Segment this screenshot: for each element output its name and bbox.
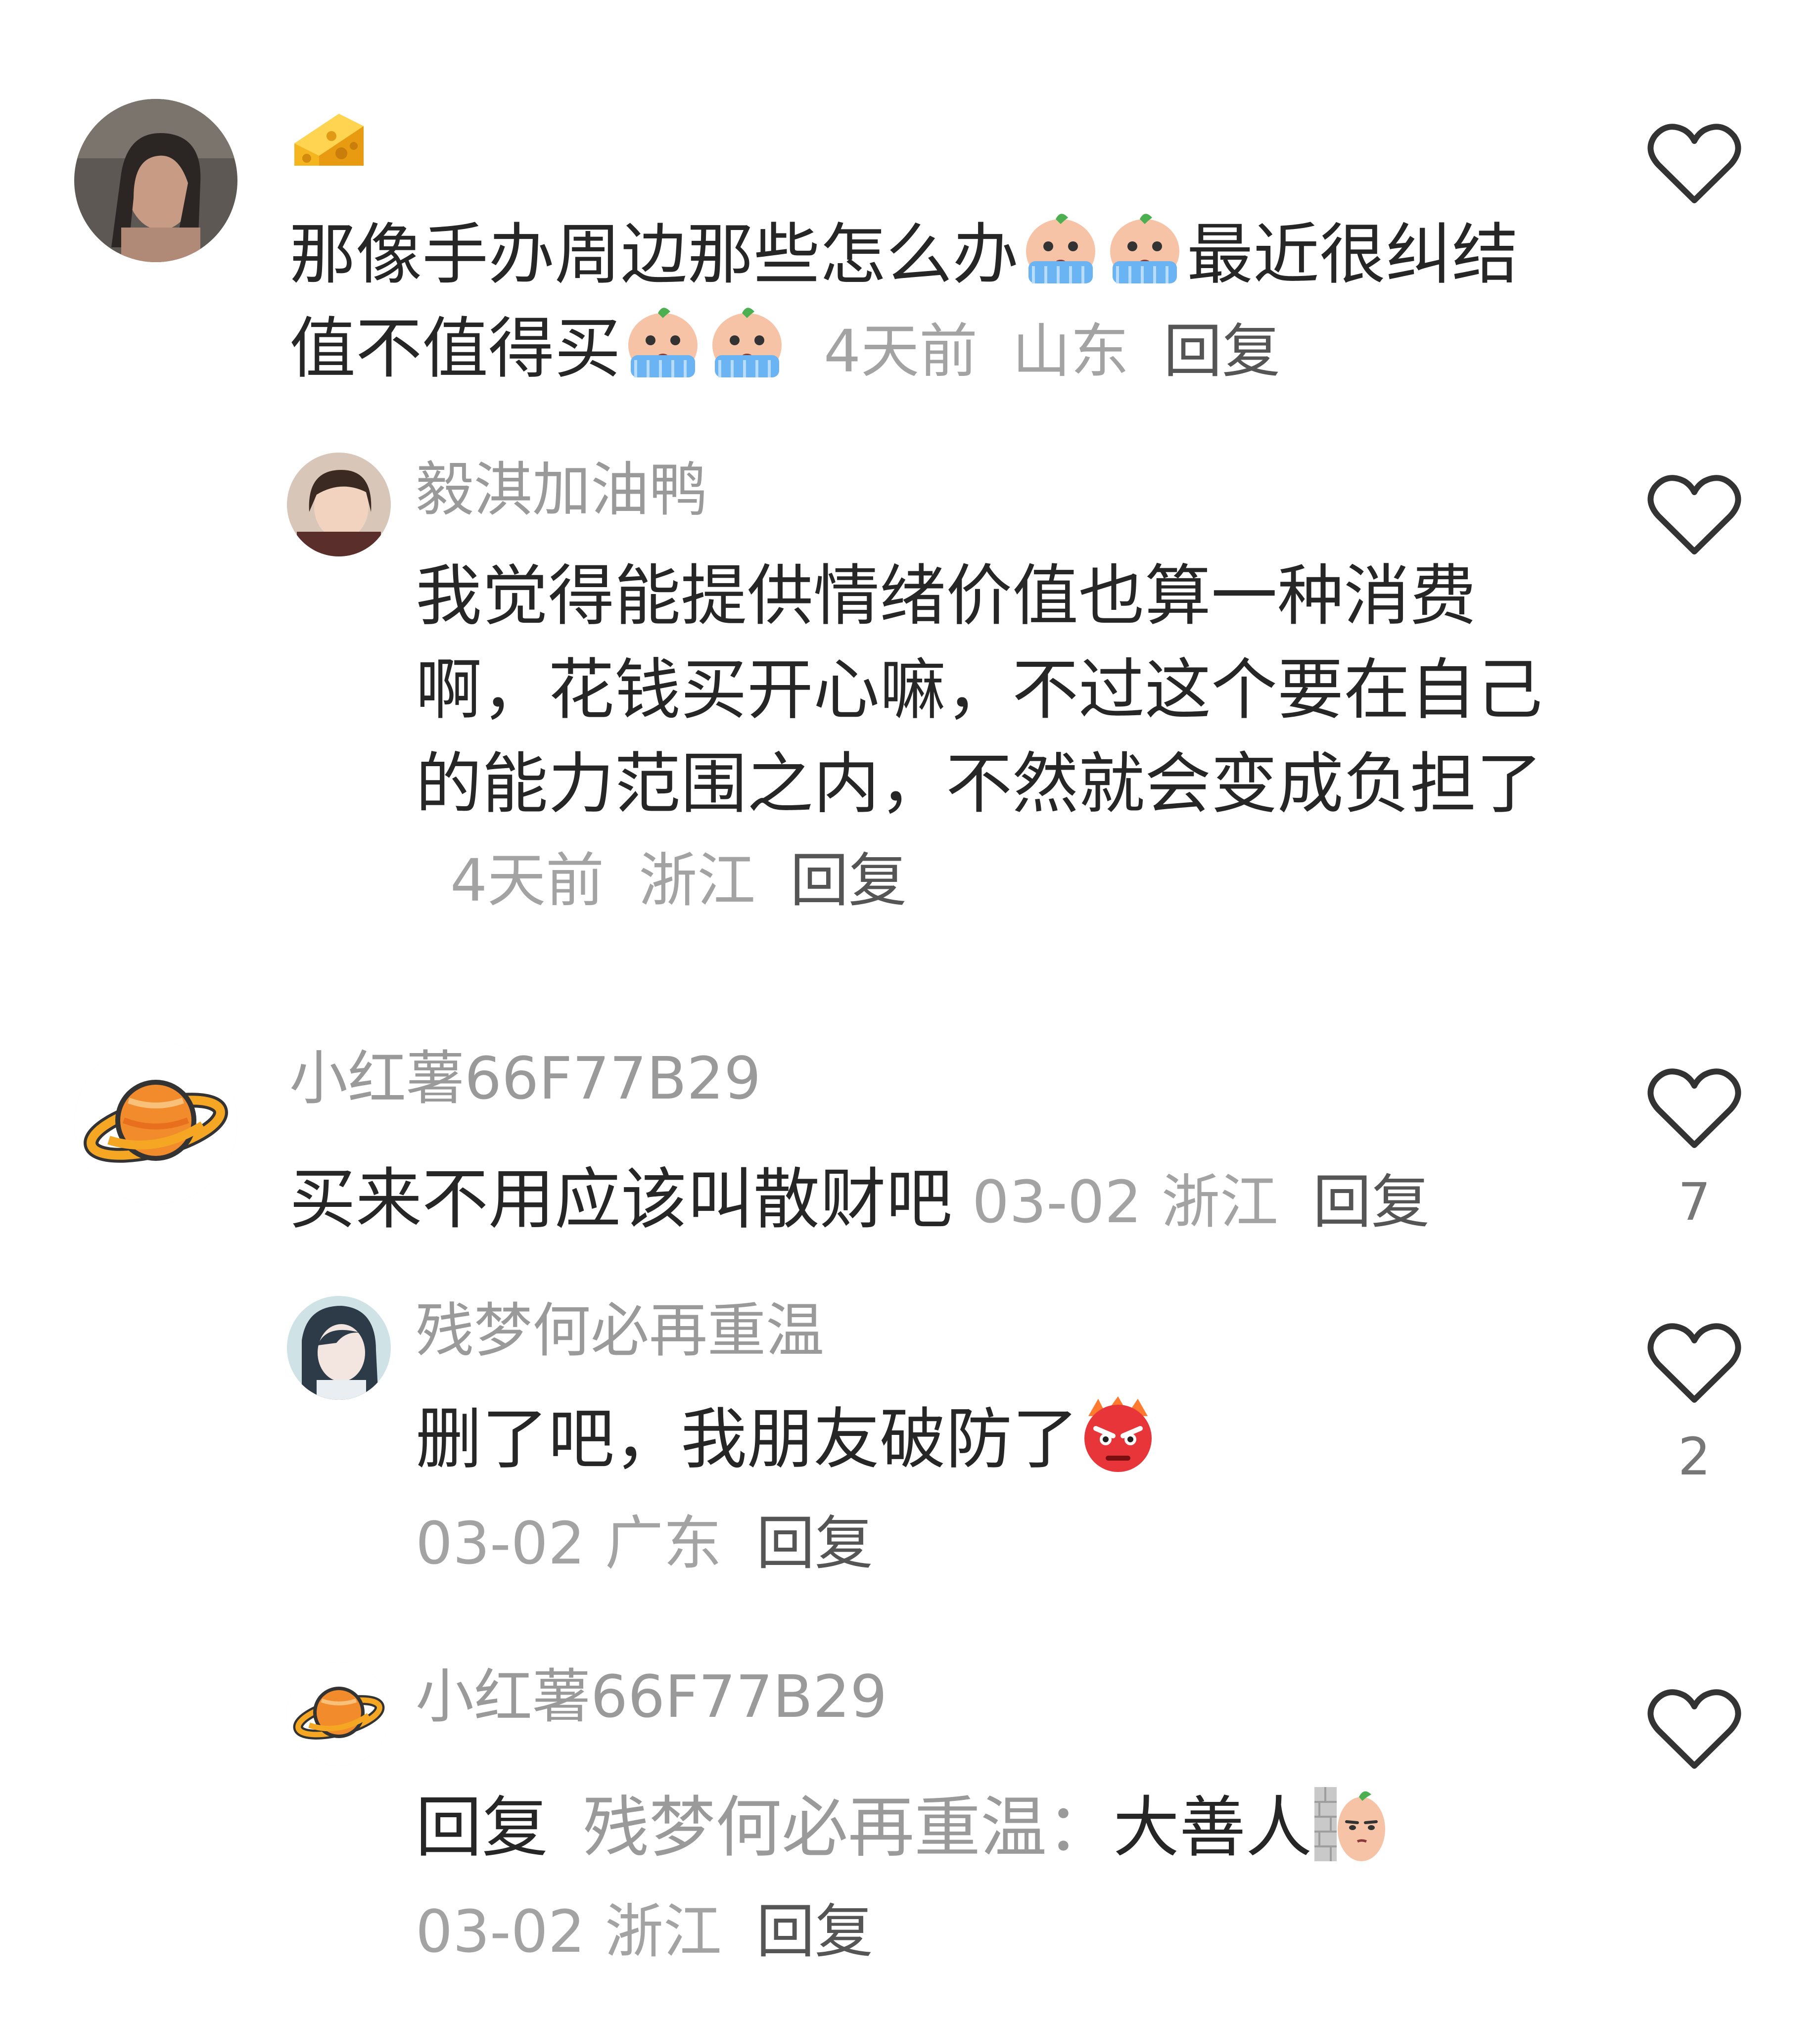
reply-time: 03-02 <box>416 1509 585 1577</box>
reply-location: 浙江 <box>605 1897 722 1966</box>
crying-emoji <box>1103 212 1187 288</box>
like-count: 2 <box>1678 1426 1711 1487</box>
reply-time: 03-02 <box>416 1897 585 1966</box>
comment-text: 买来不用应该叫散财吧 03-02 浙江 回复 <box>289 1152 1576 1249</box>
like-heart-icon[interactable] <box>1647 1321 1741 1405</box>
comment-time: 03-02 <box>972 1168 1142 1236</box>
cheese-emoji-badge <box>292 109 366 173</box>
reply-time: 4天前 <box>450 846 605 915</box>
comment-text: 那像手办周边那些怎么办 最近很纠结值不值得买 4天前 山东 回复 <box>289 208 1556 398</box>
reply-text-body: 我觉得能提供情绪价值也算一种消费啊，花钱买开心嘛，不过这个要在自己的能力范围之内… <box>416 557 1543 823</box>
reply-username[interactable]: 残梦何必再重温 <box>416 1293 824 1368</box>
reply-button[interactable]: 回复 <box>1164 317 1280 385</box>
reply-text: 回复 残梦何必再重温：大善人 <box>416 1781 1603 1875</box>
comment-username[interactable]: 小红薯66F77B29 <box>289 1041 761 1115</box>
reply-button[interactable]: 回复 <box>756 1897 873 1966</box>
comment-meta: 4天前 山东 回复 <box>789 317 1280 385</box>
reply-text-body: 删了吧，我朋友破防了 <box>416 1401 1079 1478</box>
reply-location: 广东 <box>605 1509 722 1577</box>
like-heart-icon[interactable] <box>1647 472 1741 556</box>
reply-meta: 03-02 浙江 回复 <box>416 1894 873 1969</box>
reply-text: 删了吧，我朋友破防了 <box>416 1392 1553 1486</box>
avatar[interactable] <box>74 1041 237 1204</box>
reply-prefix: 回复 <box>416 1789 549 1866</box>
reply-text: 我觉得能提供情绪价值也算一种消费啊，花钱买开心嘛，不过这个要在自己的能力范围之内… <box>416 549 1553 927</box>
crying-emoji <box>621 306 705 382</box>
comment-text-part-1: 那像手办周边那些怎么办 <box>289 216 1019 293</box>
comment-time: 4天前 <box>824 317 978 385</box>
like-heart-icon[interactable] <box>1647 121 1741 205</box>
reply-button[interactable]: 回复 <box>790 846 907 915</box>
angry-emoji <box>1078 1394 1158 1473</box>
avatar[interactable] <box>287 453 391 556</box>
crying-emoji <box>1019 212 1103 288</box>
reply-meta: 03-02 广东 回复 <box>416 1506 873 1580</box>
comment-text-body: 买来不用应该叫散财吧 <box>289 1161 953 1238</box>
avatar[interactable] <box>287 1296 391 1400</box>
reply-meta: 4天前 浙江 回复 <box>416 846 907 915</box>
reply-username[interactable]: 小红薯66F77B29 <box>416 1659 887 1734</box>
comment-meta: 03-02 浙江 回复 <box>952 1168 1430 1236</box>
reply-button[interactable]: 回复 <box>1313 1168 1430 1236</box>
reply-text-body: 大善人 <box>1113 1789 1312 1866</box>
comment-location: 浙江 <box>1161 1168 1278 1236</box>
peeking-emoji <box>1312 1782 1386 1861</box>
avatar[interactable] <box>287 1662 391 1766</box>
reply-button[interactable]: 回复 <box>756 1509 873 1577</box>
avatar[interactable] <box>74 99 237 262</box>
comment-location: 山东 <box>1012 317 1129 385</box>
reply-mention[interactable]: 残梦何必再重温： <box>583 1789 1113 1866</box>
like-heart-icon[interactable] <box>1647 1066 1741 1150</box>
like-heart-icon[interactable] <box>1647 1687 1741 1771</box>
reply-location: 浙江 <box>639 846 756 915</box>
crying-emoji <box>705 306 789 382</box>
reply-username[interactable]: 毅淇加油鸭 <box>416 453 707 527</box>
like-count: 7 <box>1678 1172 1711 1232</box>
